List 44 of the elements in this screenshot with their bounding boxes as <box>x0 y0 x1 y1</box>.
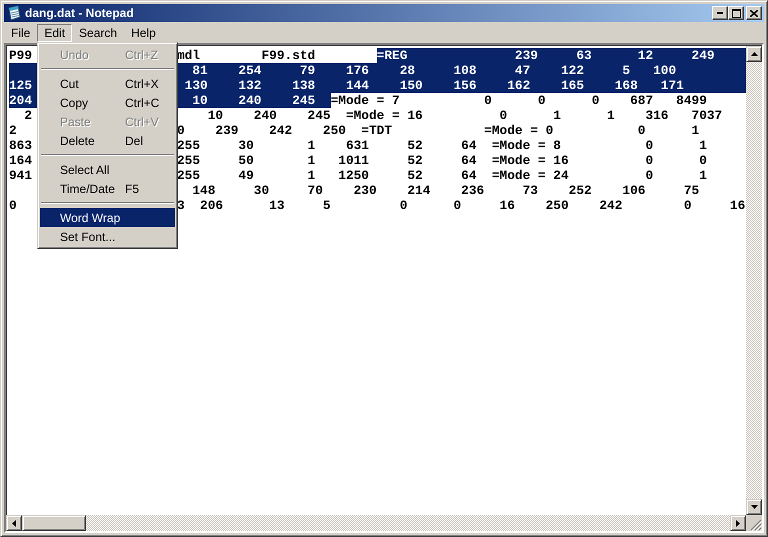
maximize-button[interactable] <box>728 6 744 20</box>
scroll-up-button[interactable] <box>746 46 762 62</box>
menu-item[interactable]: Set Font... <box>40 227 175 246</box>
text-line: 2 <box>23 108 32 123</box>
text-line: 255 50 1 1011 52 64 =Mode = 16 0 0 <box>177 153 707 168</box>
scrollbar-thumb[interactable] <box>22 515 86 531</box>
up-arrow-icon <box>750 52 758 56</box>
right-arrow-icon <box>736 520 740 526</box>
text-line: 0 <box>9 198 17 213</box>
text-area[interactable] <box>7 46 746 515</box>
menu-item[interactable]: Time/Date F5 <box>40 179 175 198</box>
text-line: 941 <box>9 168 32 183</box>
down-arrow-icon <box>750 505 758 509</box>
text-line: 3 206 13 5 0 0 16 250 242 0 16 <box>177 198 746 213</box>
scroll-right-button[interactable] <box>730 515 746 531</box>
scroll-down-button[interactable] <box>746 499 762 515</box>
text-line: 148 30 70 230 214 236 73 252 106 75 <box>191 183 700 198</box>
window-title: dang.dat - Notepad <box>25 6 134 20</box>
menu-bar-item[interactable]: Search <box>72 24 124 42</box>
menu-item[interactable]: Word Wrap <box>40 208 175 227</box>
menu-item[interactable]: Delete Del <box>40 131 175 150</box>
close-button[interactable] <box>746 6 762 20</box>
text-line: 255 30 1 631 52 64 =Mode = 8 0 1 <box>177 138 707 153</box>
text-line: 863 <box>9 138 32 153</box>
menu-bar-item[interactable]: Edit <box>37 24 72 42</box>
close-icon <box>750 10 758 16</box>
minimize-icon <box>717 12 723 14</box>
menu-item[interactable]: Select All <box>40 160 175 179</box>
resize-grip-icon[interactable] <box>750 519 762 531</box>
left-arrow-icon <box>12 520 16 526</box>
text-line: 2 <box>9 123 17 138</box>
text-line: 164 <box>9 153 32 168</box>
text-line: 0 239 242 250 =TDT =Mode = 0 0 1 <box>177 123 700 138</box>
text-line: P99 <box>9 48 32 63</box>
text-line: 255 49 1 1250 52 64 =Mode = 24 0 1 <box>177 168 707 183</box>
text-line: =Mode = 7 0 0 0 687 8499 <box>330 93 707 108</box>
text-line: mdl F99.std <box>177 48 316 63</box>
menu-bar-item[interactable]: File <box>4 24 38 42</box>
minimize-button[interactable] <box>712 6 728 20</box>
text-line: 10 240 245 =Mode = 16 0 1 1 316 7037 <box>206 108 722 123</box>
notepad-icon <box>6 5 22 21</box>
scroll-left-button[interactable] <box>6 515 22 531</box>
maximize-icon <box>732 8 740 18</box>
menu-bar-item[interactable]: Help <box>124 24 163 42</box>
